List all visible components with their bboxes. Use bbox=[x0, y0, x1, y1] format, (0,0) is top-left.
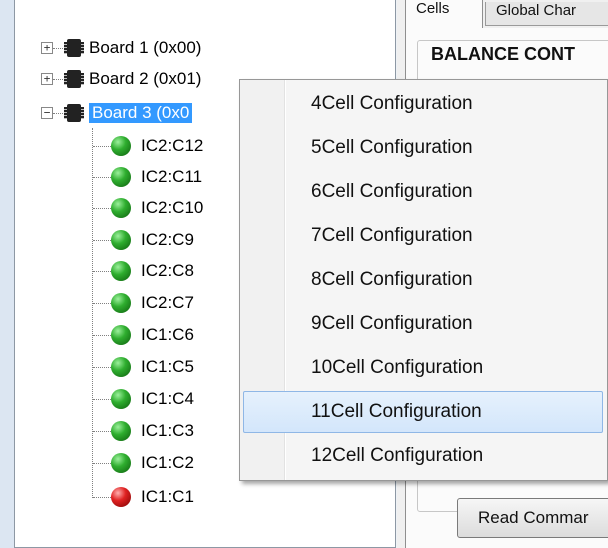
cell-status-led-icon bbox=[111, 357, 131, 377]
tab-global-char[interactable]: Global Char bbox=[485, 2, 608, 26]
tree-leaf-cell[interactable]: IC1:C1 bbox=[93, 484, 194, 510]
tree-node-label: Board 2 (0x01) bbox=[89, 69, 202, 88]
tree-leaf-cell[interactable]: IC2:C10 bbox=[93, 195, 203, 221]
cell-config-context-menu: 4Cell Configuration 5Cell Configuration … bbox=[239, 79, 608, 481]
cell-status-led-icon bbox=[111, 421, 131, 441]
menu-item-9cell[interactable]: 9Cell Configuration bbox=[243, 303, 603, 345]
cell-status-led-icon bbox=[111, 453, 131, 473]
tree-leaf-cell[interactable]: IC1:C4 bbox=[93, 386, 194, 412]
tree-connector bbox=[93, 239, 111, 241]
board-chip-icon bbox=[64, 39, 84, 57]
tree-connector bbox=[93, 270, 111, 272]
cell-label: IC2:C8 bbox=[141, 261, 194, 280]
tree-leaf-cell[interactable]: IC2:C8 bbox=[93, 258, 194, 284]
expand-icon[interactable]: + bbox=[41, 73, 53, 85]
tree-leaf-cell[interactable]: IC1:C3 bbox=[93, 418, 194, 444]
cell-status-led-icon bbox=[111, 293, 131, 313]
cell-label: IC1:C3 bbox=[141, 421, 194, 440]
cell-label: IC1:C1 bbox=[141, 487, 194, 506]
tree-node-board-1[interactable]: + Board 1 (0x00) bbox=[41, 35, 201, 61]
window-left-edge bbox=[0, 0, 15, 548]
tree-connector bbox=[93, 366, 111, 368]
board-chip-icon bbox=[64, 70, 84, 88]
cell-label: IC2:C10 bbox=[141, 198, 204, 217]
group-title: BALANCE CONT bbox=[427, 44, 579, 65]
tree-leaf-cell[interactable]: IC1:C5 bbox=[93, 354, 194, 380]
menu-item-7cell[interactable]: 7Cell Configuration bbox=[243, 215, 603, 257]
menu-item-12cell[interactable]: 12Cell Configuration bbox=[243, 435, 603, 477]
cell-label: IC2:C7 bbox=[141, 293, 194, 312]
tree-leaf-cell[interactable]: IC2:C9 bbox=[93, 227, 194, 253]
tree-connector bbox=[93, 176, 111, 178]
cell-label: IC2:C12 bbox=[141, 136, 204, 155]
cell-status-led-icon bbox=[111, 230, 131, 250]
tree-connector bbox=[93, 302, 111, 304]
cell-label: IC2:C11 bbox=[141, 167, 203, 186]
tree-node-label-selected: Board 3 (0x0 bbox=[89, 103, 193, 123]
tree-node-label: Board 1 (0x00) bbox=[89, 38, 202, 57]
cell-status-led-icon bbox=[111, 261, 131, 281]
tree-connector bbox=[93, 207, 111, 209]
cell-status-led-icon bbox=[111, 389, 131, 409]
cell-label: IC1:C4 bbox=[141, 389, 194, 408]
cell-label: IC1:C6 bbox=[141, 325, 194, 344]
tree-leaf-cell[interactable]: IC2:C7 bbox=[93, 290, 194, 316]
board-chip-icon bbox=[64, 104, 84, 122]
tree-leaf-cell[interactable]: IC2:C11 bbox=[93, 164, 202, 190]
menu-item-5cell[interactable]: 5Cell Configuration bbox=[243, 127, 603, 169]
tree-leaf-cell[interactable]: IC1:C2 bbox=[93, 450, 194, 476]
menu-item-4cell[interactable]: 4Cell Configuration bbox=[243, 83, 603, 125]
tree-connector bbox=[93, 496, 111, 498]
expand-icon[interactable]: + bbox=[41, 42, 53, 54]
cell-status-led-icon bbox=[111, 136, 131, 156]
cell-status-led-icon bbox=[111, 167, 131, 187]
tree-leaf-cell[interactable]: IC2:C12 bbox=[93, 133, 203, 159]
cell-status-led-icon bbox=[111, 198, 131, 218]
tree-connector bbox=[93, 462, 111, 464]
cell-label: IC1:C5 bbox=[141, 357, 194, 376]
menu-item-11cell[interactable]: 11Cell Configuration bbox=[243, 391, 603, 433]
tree-node-board-2[interactable]: + Board 2 (0x01) bbox=[41, 66, 201, 92]
collapse-icon[interactable]: − bbox=[41, 107, 53, 119]
tree-leaf-cell[interactable]: IC1:C6 bbox=[93, 322, 194, 348]
cell-label: IC2:C9 bbox=[141, 230, 194, 249]
cell-fault-led-icon bbox=[111, 487, 131, 507]
tree-connector bbox=[93, 334, 111, 336]
menu-item-10cell[interactable]: 10Cell Configuration bbox=[243, 347, 603, 389]
tab-cells[interactable]: Cells bbox=[405, 0, 483, 28]
cell-status-led-icon bbox=[111, 325, 131, 345]
menu-item-6cell[interactable]: 6Cell Configuration bbox=[243, 171, 603, 213]
read-command-button[interactable]: Read Commar bbox=[457, 498, 608, 538]
cell-label: IC1:C2 bbox=[141, 453, 194, 472]
tree-connector bbox=[93, 430, 111, 432]
tree-connector bbox=[93, 398, 111, 400]
tree-connector bbox=[93, 145, 111, 147]
menu-item-8cell[interactable]: 8Cell Configuration bbox=[243, 259, 603, 301]
tree-node-board-3[interactable]: − Board 3 (0x0 bbox=[41, 100, 193, 126]
